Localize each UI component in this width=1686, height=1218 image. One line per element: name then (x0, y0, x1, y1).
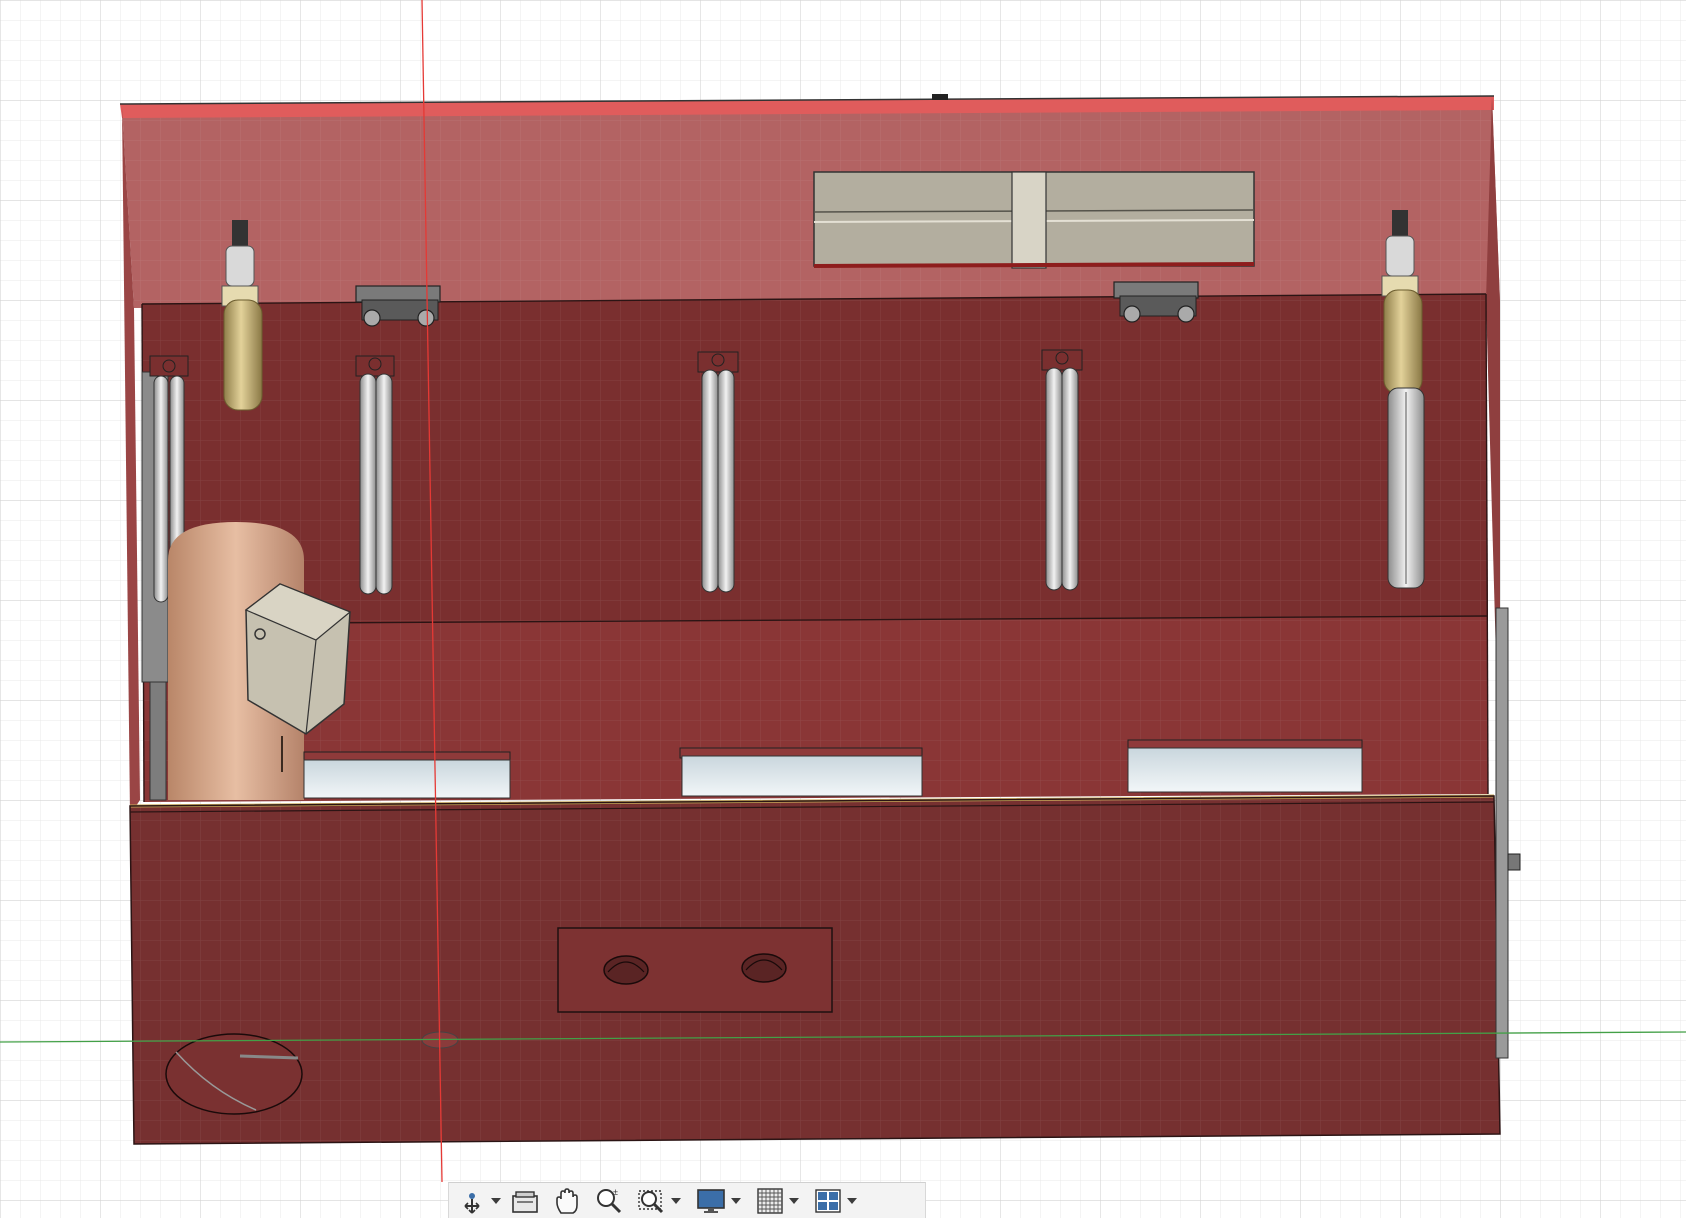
back-wall-grid-overlay (122, 96, 1500, 308)
top-marker (932, 94, 948, 100)
viewports-tool[interactable] (813, 1185, 861, 1217)
fit-menu-caret[interactable] (671, 1197, 681, 1204)
zoom-window-icon (638, 1189, 664, 1213)
model-scene[interactable] (0, 0, 1686, 1218)
pan-hand-icon (556, 1187, 578, 1214)
orbit-menu-caret[interactable] (491, 1197, 501, 1204)
window-left (303, 751, 511, 799)
right-side-strip (1495, 607, 1509, 1059)
viewports-icon (815, 1188, 841, 1213)
tube-pair-2 (355, 355, 395, 595)
grid-icon (757, 1187, 783, 1214)
look-at-tool[interactable] (509, 1185, 541, 1217)
viewports-menu-caret[interactable] (847, 1197, 857, 1204)
tube-pair-3 (697, 351, 739, 593)
front-porthole (165, 1033, 303, 1115)
tube-pair-5 (1387, 387, 1425, 589)
window-middle (679, 747, 923, 797)
inner-grid-overlay (142, 294, 1488, 802)
look-at-icon (512, 1190, 538, 1213)
zoom-tool[interactable]: ± (593, 1185, 625, 1217)
display-menu-caret[interactable] (731, 1197, 741, 1204)
navigation-toolbar: ± (448, 1182, 926, 1218)
grid-snaps-tool[interactable] (755, 1185, 803, 1217)
pan-tool[interactable] (551, 1185, 583, 1217)
svg-text:±: ± (613, 1187, 618, 1197)
hinge-right (1113, 281, 1199, 323)
orbit-icon (464, 1192, 480, 1214)
zoom-icon: ± (597, 1187, 622, 1213)
front-control-plate (557, 927, 833, 1013)
right-latch (1507, 853, 1521, 871)
3d-viewport[interactable] (0, 0, 1686, 1218)
orbit-tool[interactable] (457, 1185, 505, 1217)
fit-tool[interactable] (635, 1185, 685, 1217)
display-settings-tool[interactable] (695, 1185, 745, 1217)
tube-pair-4 (1041, 349, 1083, 591)
window-right (1127, 739, 1363, 793)
grid-menu-caret[interactable] (789, 1197, 799, 1204)
top-vent-panel (813, 171, 1255, 269)
display-monitor-icon (697, 1188, 725, 1213)
